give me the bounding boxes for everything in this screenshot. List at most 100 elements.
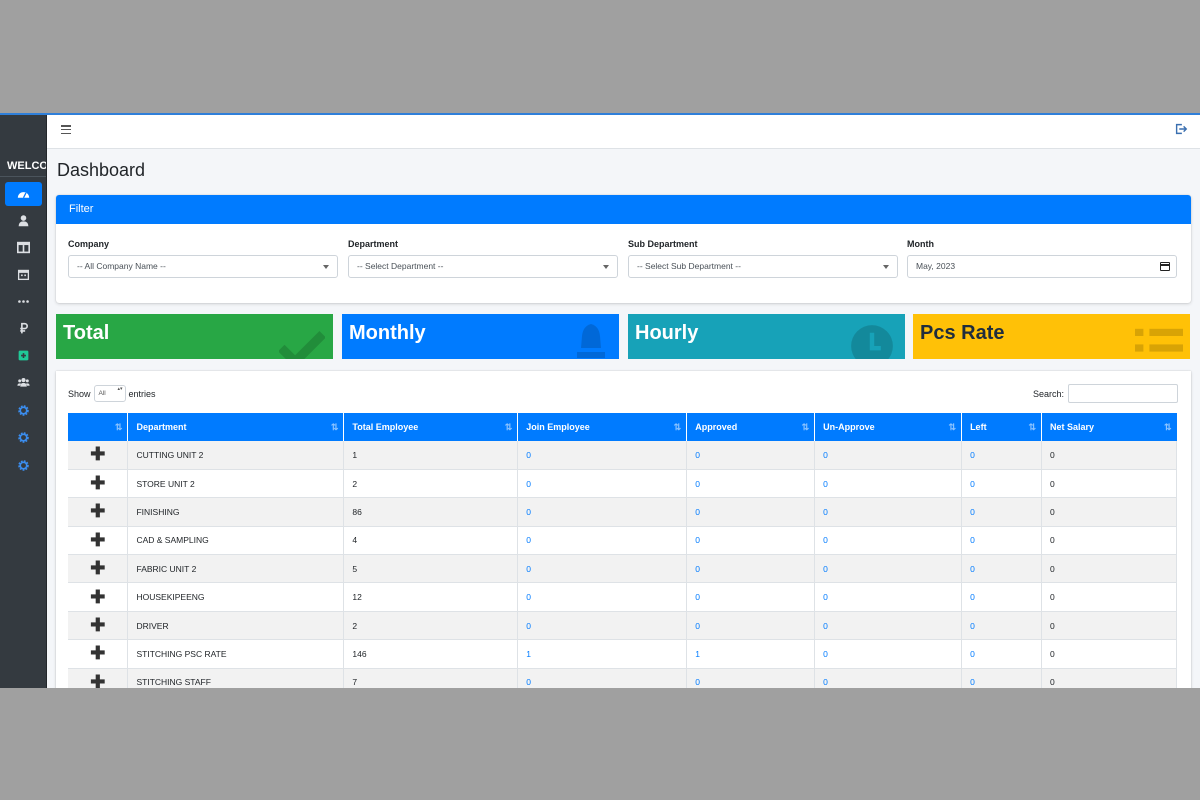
join-employee-cell[interactable]: 0 [517,469,688,499]
left-cell[interactable]: 0 [961,554,1043,584]
month-input[interactable]: May, 2023 [907,255,1177,278]
join-employee-cell[interactable]: 0 [517,554,688,584]
join-employee-cell[interactable]: 1 [517,639,688,669]
join-employee-cell[interactable]: 0 [517,497,688,527]
bell-icon [577,324,605,358]
stat-box-hourly[interactable]: Hourly [628,314,905,359]
sidebar-item-profile[interactable] [5,208,42,232]
calendar-icon[interactable] [1160,262,1170,271]
sidebar: WELCOME [0,115,47,688]
column-header-expand[interactable]: ⇅ [68,413,129,441]
un-approve-cell[interactable]: 0 [814,582,963,612]
sidebar-item-more[interactable] [5,289,42,313]
net-salary-cell: 0 [1041,611,1177,641]
un-approve-cell[interactable]: 0 [814,554,963,584]
sidebar-item-payroll[interactable] [5,316,42,340]
cog-icon [18,404,29,416]
left-cell[interactable]: 0 [961,441,1043,470]
department-select[interactable]: -- Select Department -- [348,255,618,278]
department-cell: STITCHING STAFF [127,668,345,688]
join-employee-cell[interactable]: 0 [517,668,688,688]
expand-row-plus-icon[interactable]: ✚ [68,639,129,669]
total-employee-cell: 5 [343,554,519,584]
sort-icon: ⇅ [1163,422,1172,432]
department-select-value: -- Select Department -- [357,261,444,271]
column-header-un-approve[interactable]: Un-Approve ⇅ [814,413,963,441]
sidebar-item-dashboard[interactable] [5,182,42,206]
check-icon [279,330,325,359]
column-header-net-salary[interactable]: Net Salary ⇅ [1041,413,1177,441]
un-approve-cell[interactable]: 0 [814,639,963,669]
left-cell[interactable]: 0 [961,469,1043,499]
approved-cell[interactable]: 0 [686,611,816,641]
approved-cell[interactable]: 1 [686,639,816,669]
sub-department-select[interactable]: -- Select Sub Department -- [628,255,898,278]
ruble-icon [20,322,28,333]
join-employee-cell[interactable]: 0 [517,611,688,641]
sort-icon: ⇅ [673,422,682,432]
left-cell[interactable]: 0 [961,526,1043,556]
approved-cell[interactable]: 0 [686,441,816,470]
department-cell: HOUSEKIPEENG [127,582,345,612]
approved-cell[interactable]: 0 [686,497,816,527]
sidebar-item-add[interactable] [5,343,42,367]
department-table: ⇅ Department ⇅ Total Employee ⇅ Join Emplo… [68,413,1177,688]
un-approve-cell[interactable]: 0 [814,668,963,688]
search-input[interactable] [1068,384,1178,403]
department-cell: CAD & SAMPLING [127,526,345,556]
un-approve-cell[interactable]: 0 [814,441,963,470]
sort-icon: ⇅ [114,422,123,432]
sub-department-select-value: -- Select Sub Department -- [637,261,741,271]
sidebar-item-calendar[interactable] [5,262,42,286]
column-header-total-employee[interactable]: Total Employee ⇅ [343,413,519,441]
approved-cell[interactable]: 0 [686,554,816,584]
stat-box-pcs-rate[interactable]: Pcs Rate [913,314,1190,359]
expand-row-plus-icon[interactable]: ✚ [68,554,129,584]
left-cell[interactable]: 0 [961,611,1043,641]
join-employee-cell[interactable]: 0 [517,441,688,470]
expand-row-plus-icon[interactable]: ✚ [68,582,129,612]
left-cell[interactable]: 0 [961,639,1043,669]
un-approve-cell[interactable]: 0 [814,497,963,527]
sidebar-item-settings-2[interactable] [5,425,42,449]
table-body: ✚ CUTTING UNIT 2 1 0 0 0 0 0 ✚ STORE UNIT 2200000… [68,441,1177,688]
sidebar-welcome: WELCOME [0,155,46,177]
sidebar-item-settings-1[interactable] [5,398,42,422]
expand-row-plus-icon[interactable]: ✚ [68,668,129,688]
un-approve-cell[interactable]: 0 [814,611,963,641]
left-cell[interactable]: 0 [961,668,1043,688]
expand-row-plus-icon[interactable]: ✚ [68,526,129,556]
expand-row-plus-icon[interactable]: ✚ [68,469,129,499]
left-cell[interactable]: 0 [961,582,1043,612]
left-cell[interactable]: 0 [961,497,1043,527]
department-filter: Department -- Select Department -- [348,239,618,278]
join-employee-cell[interactable]: 0 [517,526,688,556]
expand-row-plus-icon[interactable]: ✚ [68,611,129,641]
un-approve-cell[interactable]: 0 [814,469,963,499]
expand-row-plus-icon[interactable]: ✚ [68,441,129,470]
approved-cell[interactable]: 0 [686,582,816,612]
stat-box-monthly[interactable]: Monthly [342,314,619,359]
clock-icon [851,325,893,359]
column-header-left[interactable]: Left ⇅ [961,413,1043,441]
sidebar-item-settings-3[interactable] [5,453,42,477]
join-employee-cell[interactable]: 0 [517,582,688,612]
column-header-department[interactable]: Department ⇅ [127,413,345,441]
total-employee-cell: 86 [343,497,519,527]
approved-cell[interactable]: 0 [686,469,816,499]
column-header-approved[interactable]: Approved ⇅ [686,413,816,441]
expand-row-plus-icon[interactable]: ✚ [68,497,129,527]
approved-cell[interactable]: 0 [686,668,816,688]
column-header-join-employee[interactable]: Join Employee ⇅ [517,413,688,441]
menu-toggle-icon[interactable] [61,125,71,135]
company-select[interactable]: -- All Company Name -- [68,255,338,278]
un-approve-cell[interactable]: 0 [814,526,963,556]
sidebar-item-users[interactable] [5,370,42,394]
approved-cell[interactable]: 0 [686,526,816,556]
sidebar-item-layout[interactable] [5,235,42,259]
table-row: ✚ DRIVER 2 0 0 0 0 0 [68,611,1177,641]
logout-icon[interactable] [1174,122,1188,136]
table-header-row: ⇅ Department ⇅ Total Employee ⇅ Join Emplo… [68,413,1177,441]
entries-select[interactable]: All [93,385,126,402]
stat-box-total[interactable]: Total [56,314,333,359]
